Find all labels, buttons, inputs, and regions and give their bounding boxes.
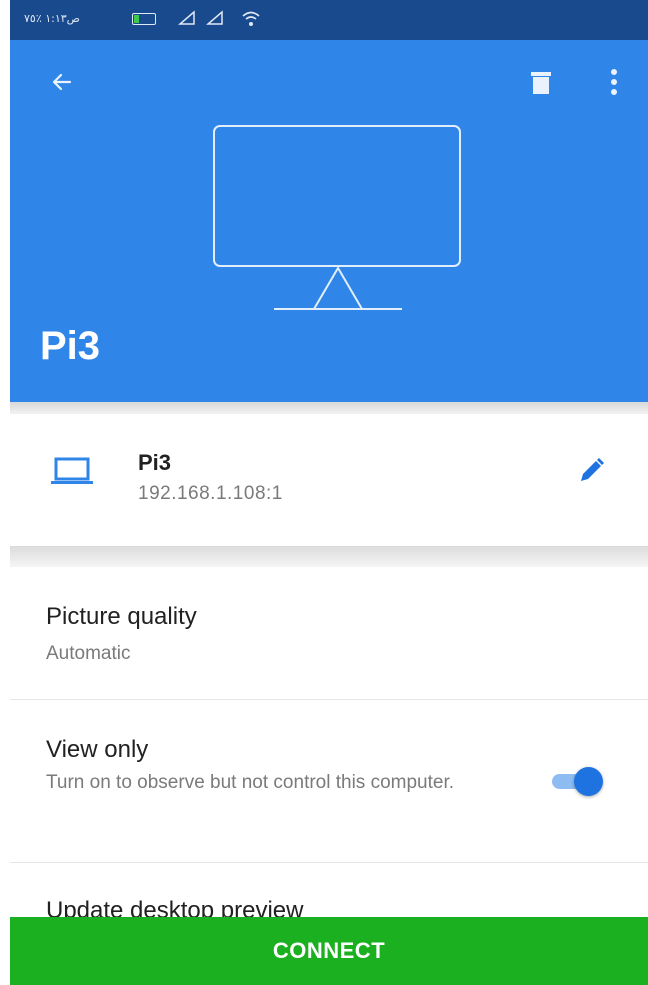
setting-value: Automatic — [46, 643, 131, 664]
page-title: Pi3 — [40, 324, 101, 368]
battery-icon — [132, 13, 156, 25]
signal-icon — [178, 10, 198, 26]
status-time: ص١:١٣ ٪٧٥ — [24, 12, 80, 25]
picture-quality-setting[interactable]: Picture quality Automatic — [10, 567, 648, 700]
monitor-illustration-icon — [206, 122, 468, 323]
app-screen: ص١:١٣ ٪٧٥ Pi3 Pi3 192.168.1.108:1 Pictur… — [10, 0, 648, 985]
app-bar: Pi3 — [10, 40, 648, 402]
divider — [10, 402, 648, 414]
connect-button[interactable]: CONNECT — [10, 917, 648, 985]
setting-title: Picture quality — [46, 603, 197, 630]
view-only-setting[interactable]: View only Turn on to observe but not con… — [10, 700, 648, 863]
divider — [10, 547, 648, 567]
view-only-toggle[interactable] — [548, 766, 604, 796]
computer-address: 192.168.1.108:1 — [138, 483, 283, 504]
status-bar: ص١:١٣ ٪٧٥ — [10, 0, 648, 40]
pencil-icon[interactable] — [576, 456, 606, 491]
computer-card: Pi3 192.168.1.108:1 — [10, 414, 648, 547]
signal-icon — [206, 10, 226, 26]
toggle-thumb — [574, 767, 603, 796]
laptop-icon — [50, 456, 94, 491]
computer-name: Pi3 — [138, 450, 172, 475]
setting-title: View only — [46, 736, 149, 763]
more-options-icon[interactable] — [610, 68, 618, 101]
back-arrow-icon[interactable] — [50, 70, 74, 99]
trash-icon[interactable] — [530, 70, 552, 101]
setting-description: Turn on to observe but not control this … — [46, 772, 455, 793]
wifi-icon — [242, 11, 260, 32]
